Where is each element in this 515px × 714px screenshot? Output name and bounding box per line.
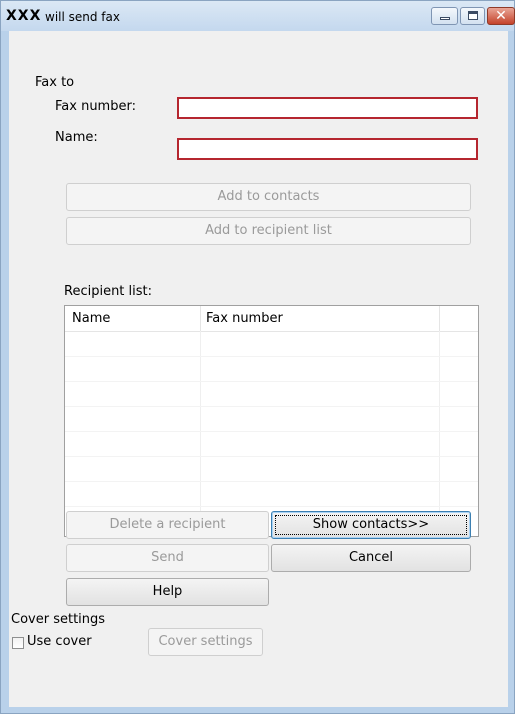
- grid-line: [65, 506, 478, 507]
- column-divider[interactable]: [200, 306, 201, 331]
- use-cover-checkbox[interactable]: [12, 637, 24, 649]
- fax-number-field[interactable]: [177, 97, 478, 119]
- cancel-button[interactable]: Cancel: [271, 544, 471, 572]
- send-button[interactable]: Send: [66, 544, 269, 572]
- fax-to-section-label: Fax to: [35, 75, 75, 90]
- column-header-fax-number[interactable]: Fax number: [206, 311, 283, 326]
- recipient-list-header: Name Fax number: [65, 306, 478, 332]
- column-header-name[interactable]: Name: [72, 311, 110, 326]
- column-divider[interactable]: [439, 306, 440, 331]
- fax-window: XXX will send fax ✕ Fax to Fax number: N…: [0, 0, 515, 714]
- help-button[interactable]: Help: [66, 578, 269, 606]
- minimize-button[interactable]: [431, 7, 458, 25]
- name-label: Name:: [55, 130, 98, 145]
- grid-line: [65, 456, 478, 457]
- recipient-list-label: Recipient list:: [64, 284, 153, 299]
- grid-line: [65, 356, 478, 357]
- recipient-list[interactable]: Name Fax number: [64, 305, 479, 537]
- grid-line: [65, 381, 478, 382]
- grid-line: [65, 431, 478, 432]
- window-app-name: XXX: [6, 8, 42, 24]
- use-cover-label[interactable]: Use cover: [27, 634, 92, 649]
- delete-recipient-button[interactable]: Delete a recipient: [66, 511, 269, 539]
- cover-settings-button[interactable]: Cover settings: [148, 628, 263, 656]
- show-contacts-button[interactable]: Show contacts>>: [271, 511, 471, 539]
- minimize-icon: [440, 17, 450, 20]
- title-bar[interactable]: XXX will send fax ✕: [1, 1, 515, 31]
- close-icon: ✕: [495, 8, 507, 24]
- grid-line: [65, 481, 478, 482]
- maximize-button[interactable]: [460, 7, 485, 25]
- maximize-icon: [468, 11, 478, 20]
- add-to-recipient-list-button[interactable]: Add to recipient list: [66, 217, 471, 245]
- add-to-contacts-button[interactable]: Add to contacts: [66, 183, 471, 211]
- window-title: will send fax: [45, 10, 120, 24]
- name-field[interactable]: [177, 138, 478, 160]
- dialog-body: Fax to Fax number: Name: Add to contacts…: [9, 31, 508, 707]
- cover-settings-section-label: Cover settings: [11, 612, 106, 627]
- close-button[interactable]: ✕: [487, 7, 515, 25]
- grid-line: [65, 406, 478, 407]
- fax-number-label: Fax number:: [55, 99, 136, 114]
